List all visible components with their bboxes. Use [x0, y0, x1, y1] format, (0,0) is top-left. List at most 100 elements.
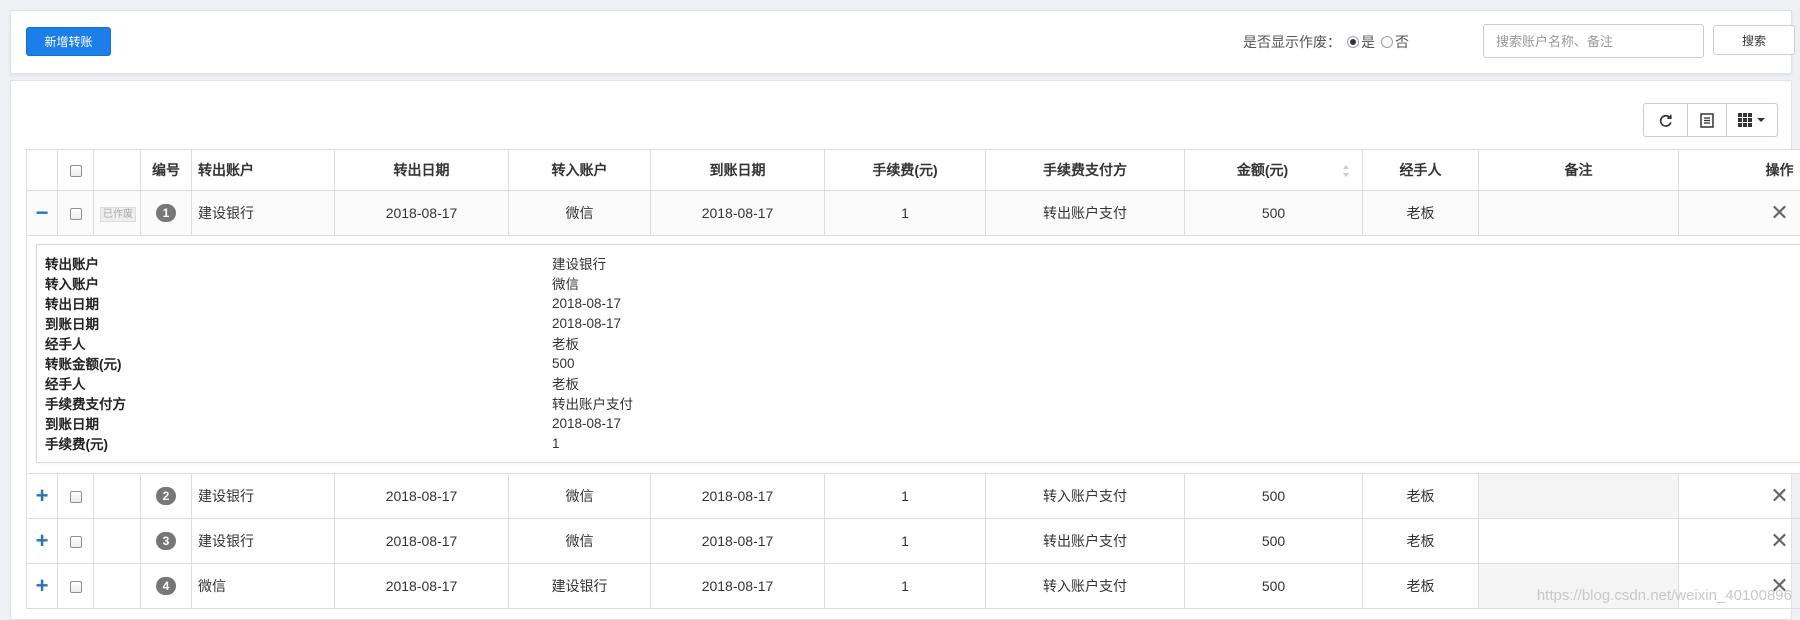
detail-value: 老板	[552, 333, 579, 353]
select-all-checkbox[interactable]	[70, 165, 82, 177]
detail-key: 手续费(元)	[37, 433, 552, 453]
header-out-date[interactable]: 转出日期	[335, 150, 509, 191]
row-status: 已作废	[94, 191, 141, 236]
row-checkbox[interactable]	[70, 491, 82, 503]
table-row[interactable]: + 2 建设银行 2018-08-17 微信 2018-08-17 1 转入账户…	[27, 474, 1800, 519]
toggle-view-button[interactable]	[1687, 103, 1727, 137]
detail-value: 2018-08-17	[552, 416, 621, 431]
row-checkbox[interactable]	[70, 536, 82, 548]
row-out-date: 2018-08-17	[335, 564, 509, 609]
header-to-account[interactable]: 转入账户	[509, 150, 651, 191]
row-checkbox[interactable]	[70, 208, 82, 220]
search-button[interactable]: 搜索	[1713, 25, 1795, 55]
detail-key: 转出日期	[37, 293, 552, 313]
close-icon[interactable]: ✕	[1770, 528, 1788, 553]
detail-cell: 转出账户建设银行 转入账户微信 转出日期2018-08-17 到账日期2018-…	[27, 236, 1800, 474]
detail-value: 老板	[552, 373, 579, 393]
header-amount-label: 金额(元)	[1237, 162, 1288, 178]
detail-item: 转入账户微信	[37, 273, 1800, 293]
detail-value: 转出账户支付	[552, 393, 633, 413]
row-out-date: 2018-08-17	[335, 191, 509, 236]
row-select	[58, 191, 94, 236]
row-from-account: 微信	[192, 564, 335, 609]
row-amount: 500	[1185, 519, 1363, 564]
void-no-label: 否	[1395, 32, 1409, 52]
table-row[interactable]: − 已作废 1 建设银行 2018-08-17 微信 2018-08-17 1 …	[27, 191, 1800, 236]
row-status	[94, 564, 141, 609]
row-out-date: 2018-08-17	[335, 474, 509, 519]
header-amount[interactable]: 金额(元)	[1185, 150, 1363, 191]
row-from-account: 建设银行	[192, 519, 335, 564]
row-to-account: 微信	[509, 191, 651, 236]
list-view-icon	[1700, 113, 1714, 128]
expand-toggle[interactable]: +	[27, 519, 58, 564]
row-handler: 老板	[1363, 564, 1479, 609]
void-yes-label: 是	[1361, 32, 1375, 52]
detail-value: 1	[552, 436, 560, 451]
collapse-toggle[interactable]: −	[27, 191, 58, 236]
minus-icon: −	[36, 200, 49, 225]
row-fee-payer: 转出账户支付	[986, 191, 1185, 236]
detail-item: 到账日期2018-08-17	[37, 313, 1800, 333]
transfer-table: 编号 转出账户 转出日期 转入账户 到账日期 手续费(元) 手续费支付方 金额(…	[26, 149, 1800, 609]
detail-item: 到账日期2018-08-17	[37, 413, 1800, 433]
close-icon[interactable]: ✕	[1770, 200, 1788, 225]
detail-key: 经手人	[37, 333, 552, 353]
row-number: 4	[141, 564, 192, 609]
header-status	[94, 150, 141, 191]
row-remark	[1479, 191, 1679, 236]
row-handler: 老板	[1363, 519, 1479, 564]
row-fee: 1	[825, 191, 986, 236]
row-checkbox[interactable]	[70, 581, 82, 593]
detail-value: 500	[552, 356, 575, 371]
void-tag: 已作废	[100, 207, 136, 222]
expand-toggle[interactable]: +	[27, 474, 58, 519]
close-icon[interactable]: ✕	[1770, 483, 1788, 508]
header-fee-payer[interactable]: 手续费支付方	[986, 150, 1185, 191]
row-arrival-date: 2018-08-17	[651, 564, 825, 609]
table-tools	[1644, 103, 1778, 137]
header-arrival-date[interactable]: 到账日期	[651, 150, 825, 191]
row-amount: 500	[1185, 474, 1363, 519]
columns-button[interactable]	[1726, 103, 1778, 137]
header-from-account[interactable]: 转出账户	[192, 150, 335, 191]
detail-key: 到账日期	[37, 313, 552, 333]
row-select	[58, 474, 94, 519]
row-handler: 老板	[1363, 191, 1479, 236]
row-remark	[1479, 519, 1679, 564]
header-remark[interactable]: 备注	[1479, 150, 1679, 191]
detail-key: 经手人	[37, 373, 552, 393]
detail-item: 手续费(元)1	[37, 433, 1800, 453]
main-panel: 编号 转出账户 转出日期 转入账户 到账日期 手续费(元) 手续费支付方 金额(…	[10, 80, 1792, 620]
expand-toggle[interactable]: +	[27, 564, 58, 609]
detail-value: 2018-08-17	[552, 316, 621, 331]
search-input[interactable]	[1483, 24, 1704, 58]
detail-item: 手续费支付方转出账户支付	[37, 393, 1800, 413]
detail-key: 手续费支付方	[37, 393, 552, 413]
row-number: 3	[141, 519, 192, 564]
table-row[interactable]: + 4 微信 2018-08-17 建设银行 2018-08-17 1 转入账户…	[27, 564, 1800, 609]
detail-value: 微信	[552, 273, 579, 293]
row-to-account: 微信	[509, 519, 651, 564]
row-number-badge: 2	[156, 487, 176, 505]
header-handler[interactable]: 经手人	[1363, 150, 1479, 191]
refresh-button[interactable]	[1643, 103, 1688, 137]
row-fee: 1	[825, 519, 986, 564]
header-fee[interactable]: 手续费(元)	[825, 150, 986, 191]
refresh-icon	[1658, 113, 1673, 128]
row-number-badge: 1	[156, 204, 176, 222]
header-number[interactable]: 编号	[141, 150, 192, 191]
sort-icon[interactable]	[1342, 164, 1350, 178]
watermark: https://blog.csdn.net/weixin_40100896	[1537, 587, 1792, 604]
row-fee: 1	[825, 564, 986, 609]
row-to-account: 微信	[509, 474, 651, 519]
detail-value: 2018-08-17	[552, 296, 621, 311]
void-yes-radio[interactable]	[1347, 36, 1359, 48]
detail-item: 转出日期2018-08-17	[37, 293, 1800, 313]
table-row[interactable]: + 3 建设银行 2018-08-17 微信 2018-08-17 1 转出账户…	[27, 519, 1800, 564]
add-transfer-button[interactable]: 新增转账	[26, 27, 111, 56]
detail-item: 转账金额(元)500	[37, 353, 1800, 373]
void-no-radio[interactable]	[1381, 36, 1393, 48]
detail-item: 转出账户建设银行	[37, 253, 1800, 273]
plus-icon: +	[36, 573, 49, 598]
